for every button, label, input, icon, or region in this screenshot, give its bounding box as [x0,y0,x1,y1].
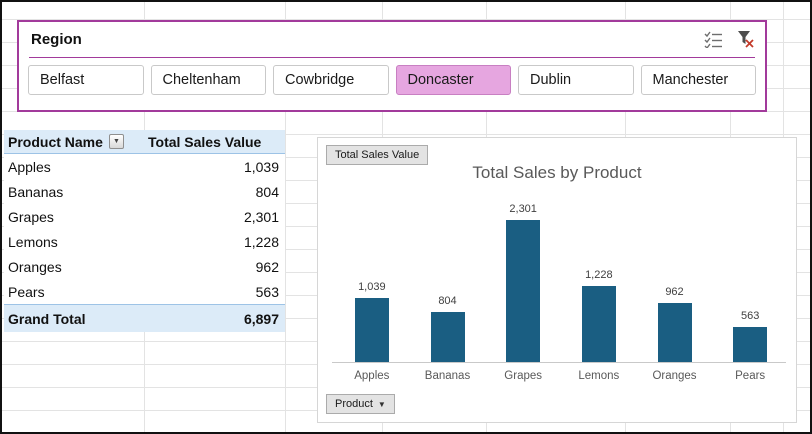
pivot-row-lemons[interactable]: Lemons1,228 [4,229,285,254]
bar-grapes [506,220,540,362]
pivot-grand-total-row[interactable]: Grand Total 6,897 [4,304,285,332]
data-label-lemons: 1,228 [561,269,637,281]
data-label-oranges: 962 [637,286,713,298]
product-cell[interactable]: Apples [4,159,144,175]
chart-title: Total Sales by Product [318,163,796,183]
pivot-header-value[interactable]: Total Sales Value [144,130,285,153]
category-label-apples: Apples [334,370,410,382]
category-label-pears: Pears [712,370,788,382]
slicer-title: Region [31,31,82,48]
slicer-item-cheltenham[interactable]: Cheltenham [151,65,267,95]
pivot-row-oranges[interactable]: Oranges962 [4,254,285,279]
slicer-separator [29,57,755,58]
category-label-bananas: Bananas [410,370,486,382]
value-field-button[interactable]: Total Sales Value [326,145,428,165]
pivot-row-pears[interactable]: Pears563 [4,279,285,304]
value-cell[interactable]: 1,039 [144,159,285,175]
product-cell[interactable]: Pears [4,284,144,300]
slicer-item-doncaster[interactable]: Doncaster [396,65,512,95]
category-label-oranges: Oranges [637,370,713,382]
slicer-item-dublin[interactable]: Dublin [518,65,634,95]
product-cell[interactable]: Grapes [4,209,144,225]
pivot-body: Apples1,039Bananas804Grapes2,301Lemons1,… [4,154,285,304]
slicer-item-cowbridge[interactable]: Cowbridge [273,65,389,95]
data-label-pears: 563 [712,310,788,322]
axis-field-label: Product [335,398,373,410]
value-cell[interactable]: 962 [144,259,285,275]
pivot-header-row: Product Name ▼ Total Sales Value [4,130,285,154]
pivot-table: Product Name ▼ Total Sales Value Apples1… [4,130,285,332]
category-label-grapes: Grapes [485,370,561,382]
pivot-row-apples[interactable]: Apples1,039 [4,154,285,179]
data-label-apples: 1,039 [334,281,410,293]
pivot-header-product[interactable]: Product Name ▼ [4,130,144,153]
product-cell[interactable]: Oranges [4,259,144,275]
value-cell[interactable]: 563 [144,284,285,300]
filter-dropdown-icon[interactable]: ▼ [109,134,124,149]
bar-apples [355,298,389,362]
value-cell[interactable]: 1,228 [144,234,285,250]
bar-lemons [582,286,616,362]
grand-total-label: Grand Total [4,311,144,327]
clear-filter-icon[interactable] [735,29,755,49]
data-label-grapes: 2,301 [485,203,561,215]
region-slicer[interactable]: Region BelfastCheltenhamCowbridgeD [17,20,767,112]
bar-oranges [658,303,692,362]
bar-bananas [431,312,465,362]
data-label-bananas: 804 [410,295,486,307]
grand-total-value: 6,897 [144,311,285,327]
slicer-item-belfast[interactable]: Belfast [28,65,144,95]
axis-field-button[interactable]: Product ▼ [326,394,395,414]
multi-select-icon[interactable] [703,29,723,49]
excel-worksheet: Region BelfastCheltenhamCowbridgeD [0,0,812,434]
slicer-item-list: BelfastCheltenhamCowbridgeDoncasterDubli… [28,65,756,95]
x-axis-line [332,362,786,363]
slicer-item-manchester[interactable]: Manchester [641,65,757,95]
category-label-lemons: Lemons [561,370,637,382]
chevron-down-icon: ▼ [378,400,386,409]
value-cell[interactable]: 2,301 [144,209,285,225]
product-cell[interactable]: Bananas [4,184,144,200]
pivot-header-value-label: Total Sales Value [148,134,261,150]
value-cell[interactable]: 804 [144,184,285,200]
bar-pears [733,327,767,362]
pivot-chart[interactable]: Total Sales Value Total Sales by Product… [317,137,797,423]
value-field-label: Total Sales Value [335,149,419,161]
pivot-row-grapes[interactable]: Grapes2,301 [4,204,285,229]
product-cell[interactable]: Lemons [4,234,144,250]
pivot-header-product-label: Product Name [8,134,103,150]
pivot-row-bananas[interactable]: Bananas804 [4,179,285,204]
